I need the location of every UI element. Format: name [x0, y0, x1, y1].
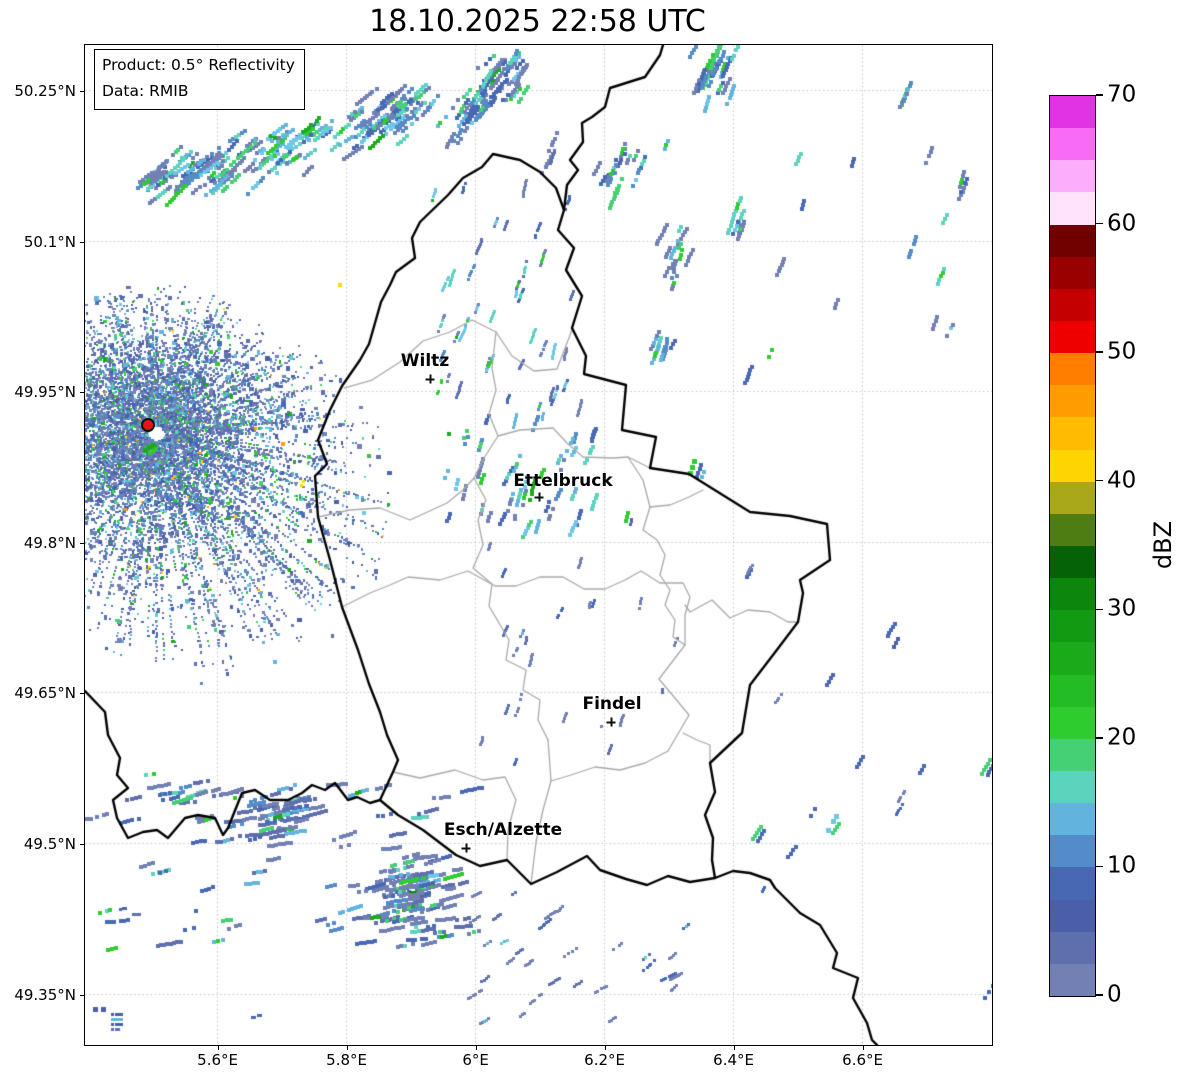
colorbar-band [1050, 867, 1095, 900]
colorbar-band [1050, 770, 1095, 804]
colorbar-band [1050, 256, 1095, 289]
city-marker-icon [425, 374, 435, 384]
colorbar-band [1050, 738, 1095, 771]
lon-tick-label: 6.4°E [713, 1051, 755, 1069]
colorbar-band [1050, 931, 1095, 964]
colorbar-band [1050, 353, 1095, 386]
colorbar-band [1050, 803, 1095, 836]
lon-tick-label: 6.6°E [842, 1051, 884, 1069]
colorbar-tick-label: 70 [1107, 81, 1137, 108]
lat-tick-mark [80, 692, 84, 694]
lat-tick-mark [80, 843, 84, 845]
lon-tick-label: 6°E [462, 1051, 489, 1069]
lat-tick-mark [80, 994, 84, 996]
radar-figure: { "title": "18.10.2025 22:58 UTC", "info… [0, 0, 1184, 1081]
colorbar-band [1050, 835, 1095, 868]
lon-tick-label: 5.6°E [197, 1051, 239, 1069]
colorbar-axis-label: dBZ [1149, 520, 1177, 570]
colorbar-tick-mark [1096, 351, 1103, 353]
lon-tick-mark [346, 1046, 348, 1050]
lat-tick-label: 49.8°N [23, 533, 76, 552]
colorbar-band [1050, 578, 1095, 611]
lat-tick-label: 49.5°N [23, 834, 76, 853]
colorbar-band [1050, 706, 1095, 739]
product-info-box: Product: 0.5° Reflectivity Data: RMIB [94, 49, 305, 111]
colorbar-band [1050, 449, 1095, 482]
figure-title: 18.10.2025 22:58 UTC [369, 4, 706, 39]
colorbar-tick-label: 50 [1107, 338, 1137, 365]
lon-tick-label: 6.2°E [584, 1051, 626, 1069]
lat-tick-label: 50.1°N [23, 232, 76, 251]
lon-tick-mark [862, 1046, 864, 1050]
colorbar-band [1050, 545, 1095, 579]
lat-tick-mark [80, 391, 84, 393]
colorbar-band [1050, 192, 1095, 225]
colorbar-tick-mark [1096, 608, 1103, 611]
city-marker-icon [534, 492, 544, 502]
colorbar-band [1050, 160, 1095, 193]
lon-tick-mark [475, 1046, 477, 1050]
lon-tick-mark [604, 1046, 606, 1050]
colorbar-tick-label: 60 [1107, 210, 1137, 237]
colorbar-tick-label: 30 [1107, 595, 1137, 622]
colorbar-tick-mark [1096, 94, 1103, 96]
colorbar-tick-label: 10 [1107, 852, 1137, 879]
colorbar-tick-mark [1096, 222, 1103, 225]
colorbar-tick-mark [1096, 865, 1103, 868]
colorbar-tick-label: 40 [1107, 467, 1137, 494]
colorbar-band [1050, 224, 1095, 257]
city-marker-icon [461, 843, 471, 853]
radar-map: Product: 0.5° Reflectivity Data: RMIB Wi… [84, 44, 993, 1046]
product-line: Product: 0.5° Reflectivity [102, 56, 295, 74]
lat-tick-label: 49.35°N [14, 985, 76, 1004]
lat-tick-mark [80, 90, 84, 92]
colorbar-band [1050, 288, 1095, 321]
colorbar-band [1050, 481, 1095, 514]
lat-tick-label: 49.65°N [14, 683, 76, 702]
colorbar-band [1050, 417, 1095, 450]
data-source-line: Data: RMIB [102, 81, 189, 100]
city-label: Wiltz [400, 351, 450, 371]
colorbar-band [1050, 899, 1095, 932]
colorbar-band [1050, 963, 1095, 996]
colorbar-band [1050, 642, 1095, 675]
colorbar-band [1050, 674, 1095, 707]
city-label: Esch/Alzette [443, 820, 563, 840]
colorbar-tick-label: 20 [1107, 724, 1137, 751]
colorbar-band [1050, 385, 1095, 418]
city-marker-icon [606, 717, 616, 727]
lon-tick-label: 5.8°E [326, 1051, 368, 1069]
colorbar-band [1050, 610, 1095, 643]
city-label: Findel [582, 694, 642, 714]
colorbar-band [1050, 513, 1095, 546]
colorbar-band [1050, 320, 1095, 354]
radar-site-marker-icon [141, 418, 155, 432]
colorbar-tick-label: 0 [1107, 981, 1122, 1008]
colorbar [1049, 95, 1096, 997]
lat-tick-label: 49.95°N [14, 382, 76, 401]
radar-canvas [85, 45, 992, 1045]
lat-tick-mark [80, 542, 84, 544]
lon-tick-mark [217, 1046, 219, 1050]
colorbar-band [1050, 128, 1095, 161]
colorbar-band [1050, 96, 1095, 129]
colorbar-tick-mark [1096, 994, 1103, 996]
lat-tick-mark [80, 241, 84, 243]
city-label: Ettelbruck [513, 471, 613, 491]
lat-tick-label: 50.25°N [14, 81, 76, 100]
colorbar-tick-mark [1096, 737, 1103, 739]
lon-tick-mark [733, 1046, 735, 1050]
colorbar-tick-mark [1096, 479, 1103, 482]
